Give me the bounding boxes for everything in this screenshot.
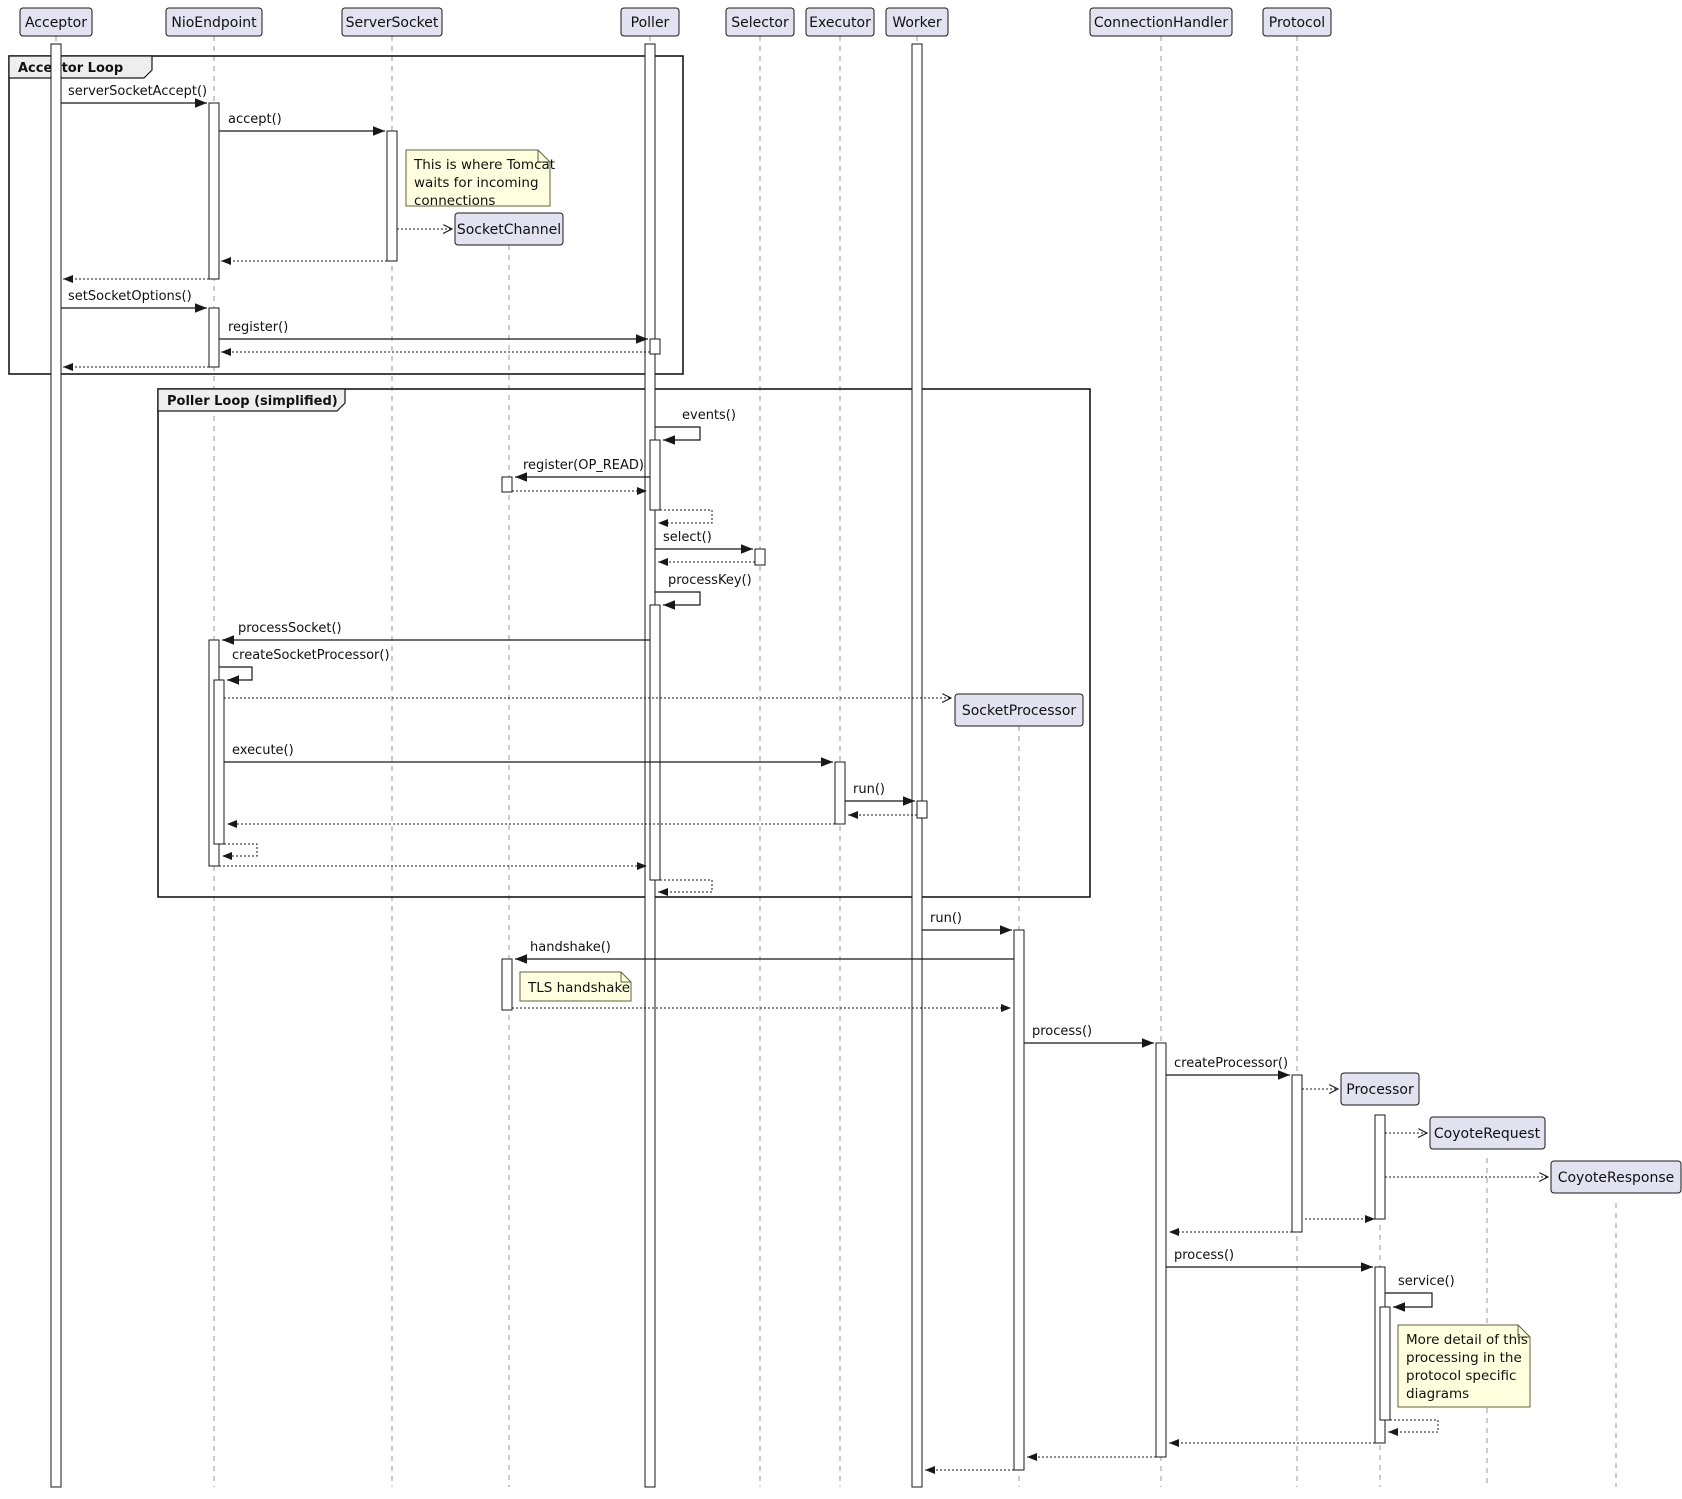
participant-connectionhandler-label: ConnectionHandler: [1094, 15, 1229, 31]
activation-worker-run: [917, 801, 927, 818]
message-serversocketaccept-label: serverSocketAccept(): [68, 84, 207, 99]
acceptor-loop-label: Acceptor Loop: [18, 61, 123, 76]
message-events-label: events(): [682, 408, 736, 423]
participant-socketprocessor-label: SocketProcessor: [962, 703, 1077, 719]
participant-nioendpoint-label: NioEndpoint: [171, 15, 257, 31]
activation-serversocket-accept: [387, 131, 397, 261]
created-participants: SocketChannel SocketProcessor Processor …: [455, 213, 1681, 1193]
activation-worker-main: [912, 44, 922, 1487]
activation-selector-select: [755, 549, 765, 565]
poller-loop-label: Poller Loop (simplified): [167, 394, 338, 409]
message-accept-label: accept(): [228, 112, 282, 127]
activation-processor-init: [1375, 1115, 1385, 1219]
note-protocol-line4: diagrams: [1406, 1386, 1469, 1402]
note-accept-line2: waits for incoming: [414, 175, 539, 191]
acceptor-loop-border: [9, 56, 683, 374]
sequence-diagram-canvas: Acceptor Loop Poller Loop (simplified): [0, 0, 1682, 1495]
message-createprocessor-label: createProcessor(): [1174, 1056, 1288, 1071]
message-createsocketprocessor-label: createSocketProcessor(): [232, 648, 390, 663]
participant-acceptor-label: Acceptor: [25, 15, 87, 31]
activation-socketchannel-register: [502, 477, 512, 492]
note-accept-wait: This is where Tomcat waits for incoming …: [406, 150, 555, 209]
note-tls-line1: TLS handshake: [527, 980, 630, 996]
message-processsocket-label: processSocket(): [238, 621, 342, 636]
activations: [209, 103, 1390, 1470]
participant-protocol-label: Protocol: [1269, 15, 1325, 31]
selfcall-createsocketprocessor-arrow: [219, 667, 252, 680]
activation-poller-events: [650, 440, 660, 510]
note-protocol-line2: processing in the: [1406, 1350, 1522, 1366]
selfcall-service-arrow: [1385, 1293, 1432, 1307]
frame-acceptor-loop: Acceptor Loop: [9, 56, 683, 374]
message-run-worker-label: run(): [853, 782, 885, 797]
activation-socketprocessor-run: [1014, 930, 1024, 1470]
participant-processor-label: Processor: [1346, 1082, 1414, 1098]
activation-nioendpoint-createsocketprocessor: [214, 680, 224, 844]
selfreturn-service: [1388, 1420, 1438, 1432]
selfreturn-events: [658, 510, 712, 523]
message-execute-label: execute(): [232, 743, 294, 758]
participant-coyoteresponse-label: CoyoteResponse: [1558, 1170, 1675, 1186]
activation-socketchannel-handshake: [502, 959, 512, 1010]
messages-processing: run() handshake() process() createProces…: [512, 911, 1548, 1470]
selfreturn-processkey: [658, 880, 712, 892]
participant-selector-label: Selector: [731, 15, 789, 31]
message-process-processor-label: process(): [1174, 1248, 1234, 1263]
message-handshake-label: handshake(): [530, 940, 611, 955]
activation-poller-register: [650, 339, 660, 354]
note-protocol-line3: protocol specific: [1406, 1368, 1516, 1384]
message-setsocketoptions-label: setSocketOptions(): [68, 289, 192, 304]
message-process-connectionhandler-label: process(): [1032, 1024, 1092, 1039]
participant-socketchannel-label: SocketChannel: [457, 222, 561, 238]
activation-nioendpoint-setsocketoptions: [209, 308, 219, 367]
participant-executor-label: Executor: [809, 15, 871, 31]
participant-worker-label: Worker: [892, 15, 942, 31]
message-register-label: register(): [228, 320, 288, 335]
participant-poller-label: Poller: [631, 15, 670, 31]
note-protocol-line1: More detail of this: [1406, 1332, 1528, 1348]
activation-processor-service: [1380, 1307, 1390, 1420]
activation-acceptor-main: [51, 44, 61, 1487]
selfreturn-createsocketprocessor: [222, 844, 257, 856]
activation-connectionhandler-process: [1156, 1043, 1166, 1457]
participant-headers: Acceptor NioEndpoint ServerSocket Poller…: [20, 8, 1331, 36]
activation-poller-processkey: [650, 605, 660, 880]
participant-coyoterequest-label: CoyoteRequest: [1434, 1126, 1541, 1142]
activation-executor-execute: [835, 762, 845, 824]
note-tls-handshake: TLS handshake: [520, 972, 631, 1001]
selfcall-events-arrow: [655, 427, 700, 440]
selfcall-processkey-arrow: [655, 592, 700, 605]
message-select-label: select(): [663, 530, 712, 545]
note-protocol-detail: More detail of this processing in the pr…: [1398, 1325, 1530, 1407]
message-processkey-label: processKey(): [668, 573, 752, 588]
note-accept-line3: connections: [414, 193, 495, 209]
sequence-diagram: Acceptor Loop Poller Loop (simplified): [0, 0, 1682, 1495]
activation-nioendpoint-accept: [209, 103, 219, 279]
message-service-label: service(): [1398, 1274, 1455, 1289]
message-run-socketprocessor-label: run(): [930, 911, 962, 926]
note-accept-line1: This is where Tomcat: [413, 157, 555, 173]
message-register-opread-label: register(OP_READ): [523, 458, 644, 473]
activations-full: [51, 44, 922, 1487]
activation-protocol-createprocessor: [1292, 1075, 1302, 1232]
participant-serversocket-label: ServerSocket: [346, 15, 439, 31]
